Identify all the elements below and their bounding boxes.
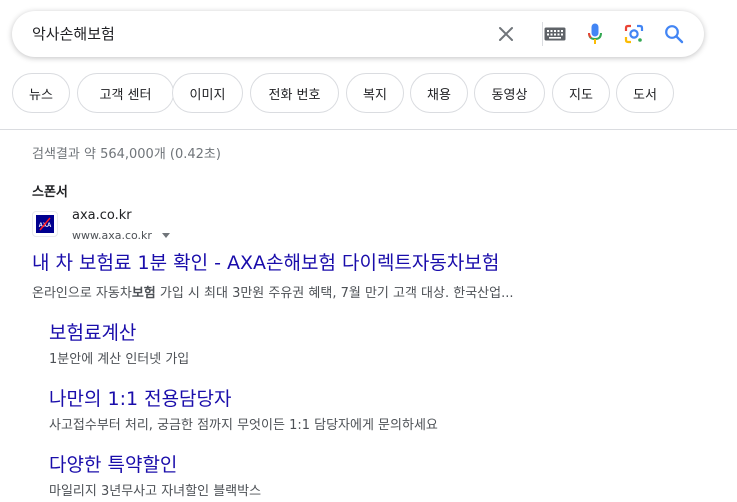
microphone-icon[interactable] (583, 22, 607, 46)
google-lens-icon[interactable] (622, 22, 646, 46)
sitelink-desc: 마일리지 3년무사고 자녀할인 블랙박스 (49, 484, 262, 499)
ad-title-link[interactable]: 내 차 보험료 1분 확인 - AXA손해보험 다이렉트자동차보험 (32, 248, 499, 275)
chip-maps[interactable]: 지도 (552, 73, 610, 113)
header-divider (0, 129, 737, 130)
sitelink-title[interactable]: 나만의 1:1 전용담당자 (49, 384, 232, 411)
chip-welfare[interactable]: 복지 (346, 73, 404, 113)
ad-desc-pre: 온라인으로 자동차 (32, 286, 132, 301)
axa-favicon[interactable]: AXA (32, 211, 58, 237)
chip-phone-number[interactable]: 전화 번호 (250, 73, 339, 113)
keyboard-icon[interactable] (543, 22, 567, 46)
sitelink-title[interactable]: 다양한 특약할인 (49, 450, 177, 477)
sitelink-desc: 1분안에 계산 인터넷 가입 (49, 352, 190, 367)
ad-desc-bold: 보험 (131, 286, 156, 301)
chip-jobs[interactable]: 채용 (410, 73, 468, 113)
axa-logo-icon: AXA (36, 215, 54, 233)
ad-domain[interactable]: axa.co.kr (72, 208, 132, 223)
ad-description: 온라인으로 자동차보험 가입 시 최대 3만원 주유권 혜택, 7월 만기 고객… (32, 282, 513, 301)
sitelink-desc: 사고접수부터 처리, 궁금한 점까지 무엇이든 1:1 담당자에게 문의하세요 (49, 418, 438, 433)
ad-url-text: www.axa.co.kr (72, 229, 152, 242)
chip-customer-center[interactable]: 고객 센터 (77, 73, 174, 113)
sponsored-label: 스폰서 (32, 185, 68, 200)
close-icon[interactable] (494, 22, 518, 46)
chip-videos[interactable]: 동영상 (474, 73, 545, 113)
search-icon[interactable] (662, 22, 686, 46)
search-box[interactable]: 악사손해보험 (12, 11, 704, 57)
result-stats: 검색결과 약 564,000개 (0.42초) (32, 147, 221, 162)
search-input[interactable]: 악사손해보험 (32, 23, 115, 44)
ad-desc-post: 가입 시 최대 3만원 주유권 혜택, 7월 만기 고객 대상. 한국산업... (155, 286, 514, 301)
ad-url[interactable]: www.axa.co.kr (72, 229, 170, 242)
chevron-down-icon[interactable] (161, 233, 170, 238)
chip-news[interactable]: 뉴스 (12, 73, 70, 113)
sitelink-title[interactable]: 보험료계산 (49, 318, 136, 345)
chip-images[interactable]: 이미지 (172, 73, 243, 113)
chip-books[interactable]: 도서 (616, 73, 674, 113)
